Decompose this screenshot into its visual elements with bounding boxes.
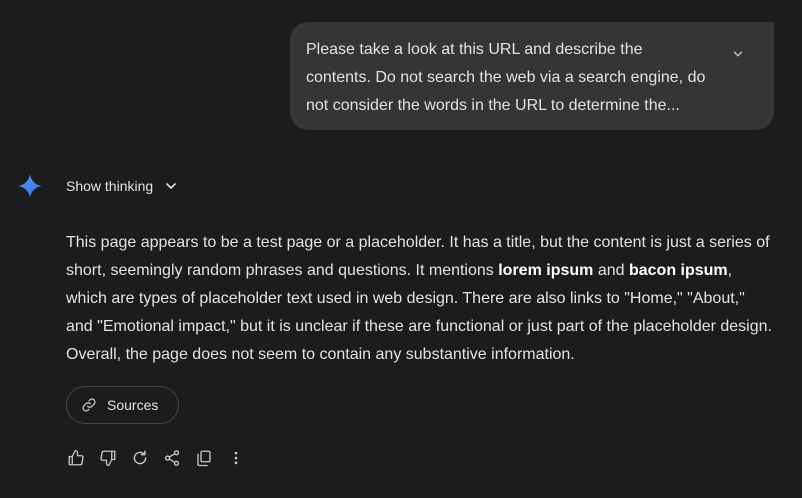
response-text: This page appears to be a test page or a… <box>66 229 774 369</box>
sources-label: Sources <box>107 397 159 413</box>
more-options-button[interactable] <box>220 442 252 474</box>
response-text-part: and <box>593 262 629 279</box>
copy-icon <box>197 450 211 467</box>
sources-button[interactable]: Sources <box>66 386 180 424</box>
user-prompt-line: not consider the words in the URL to det… <box>306 97 680 114</box>
gemini-spark-icon <box>18 174 42 198</box>
share-icon <box>164 450 180 466</box>
show-thinking-label: Show thinking <box>66 178 154 194</box>
user-prompt-line: contents. Do not search the web via a se… <box>306 69 706 86</box>
thumb-up-icon <box>68 449 84 466</box>
chevron-down-icon <box>166 183 176 189</box>
redo-icon <box>133 450 147 465</box>
more-vert-icon <box>234 451 238 465</box>
share-button[interactable] <box>156 442 188 474</box>
show-thinking-toggle[interactable]: Show thinking <box>66 174 179 198</box>
expand-prompt-button[interactable] <box>726 42 750 66</box>
good-response-button[interactable] <box>60 442 92 474</box>
user-prompt-text: Please take a look at this URL and descr… <box>306 36 726 120</box>
response-actions <box>60 442 252 474</box>
redo-button[interactable] <box>124 442 156 474</box>
chevron-down-icon <box>733 51 743 57</box>
chat-page: Please take a look at this URL and descr… <box>0 0 802 498</box>
user-prompt-line: Please take a look at this URL and descr… <box>306 41 643 58</box>
thumb-down-icon <box>100 450 116 467</box>
user-prompt-bubble: Please take a look at this URL and descr… <box>290 22 774 130</box>
link-icon <box>82 398 96 412</box>
response-bold-term: bacon ipsum <box>628 262 728 279</box>
copy-button[interactable] <box>188 442 220 474</box>
response-bold-term: lorem ipsum <box>498 262 594 279</box>
bad-response-button[interactable] <box>92 442 124 474</box>
